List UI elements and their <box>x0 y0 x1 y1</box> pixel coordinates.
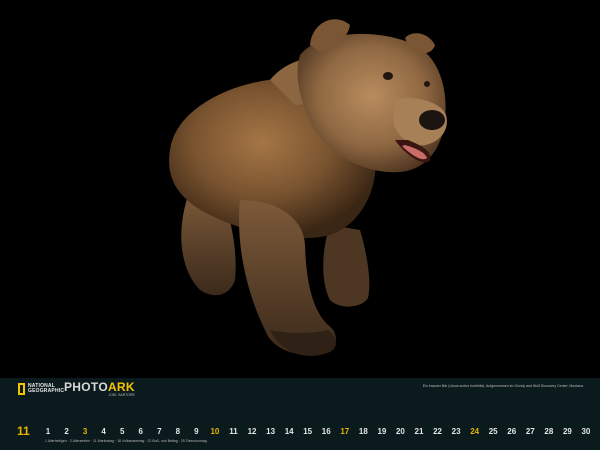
photo-ark-brand: PHOTOARK JOEL SARTORE <box>64 380 135 397</box>
day-5: 5 <box>119 427 125 436</box>
holiday-note: 1 Allerheiligen · 2 Allerseelen · 11 Mar… <box>45 439 207 443</box>
photo-ark-prefix: PHOTO <box>64 380 108 394</box>
day-27: 27 <box>525 427 535 436</box>
day-13: 13 <box>266 427 276 436</box>
day-1: 1 <box>45 427 51 436</box>
day-11: 11 <box>229 427 238 436</box>
bear-photo <box>0 0 600 378</box>
day-19: 19 <box>377 427 387 436</box>
national-geographic-logo: NATIONAL GEOGRAPHIC <box>18 383 64 395</box>
day-23: 23 <box>451 427 461 436</box>
photo-ark-suffix: ARK <box>107 380 135 394</box>
day-3: 3 <box>82 427 88 436</box>
day-22: 22 <box>433 427 442 436</box>
month-number: 11 <box>17 424 30 438</box>
day-6: 6 <box>138 427 143 436</box>
publisher-name: NATIONAL GEOGRAPHIC <box>28 383 65 395</box>
day-18: 18 <box>358 427 368 436</box>
photo-ark-title: PHOTOARK <box>64 380 135 394</box>
day-8: 8 <box>175 427 181 436</box>
day-7: 7 <box>157 427 162 436</box>
day-4: 4 <box>101 427 106 436</box>
day-25: 25 <box>488 427 498 436</box>
day-16: 16 <box>321 427 331 436</box>
day-30: 30 <box>581 427 591 436</box>
day-21: 21 <box>414 427 424 436</box>
day-29: 29 <box>562 427 572 436</box>
day-10: 10 <box>210 427 220 436</box>
day-17: 17 <box>340 427 350 436</box>
day-15: 15 <box>303 427 313 436</box>
day-20: 20 <box>395 427 405 436</box>
day-26: 26 <box>507 427 517 436</box>
day-14: 14 <box>284 427 294 436</box>
day-12: 12 <box>247 427 257 436</box>
day-28: 28 <box>544 427 554 436</box>
day-24: 24 <box>470 427 480 436</box>
bear-illustration <box>169 19 447 356</box>
day-strip: 1 2 3 4 5 6 7 8 9 10 11 12 13 14 15 16 17 18 19 20 21 22 23 24 2… <box>40 427 591 439</box>
yellow-rectangle-logo-icon <box>18 383 25 395</box>
photo-caption: Ein brauner Bär (Ursus arctos horribilis… <box>422 384 584 388</box>
day-9: 9 <box>194 427 199 436</box>
publisher-line-2: GEOGRAPHIC <box>28 388 65 394</box>
day-2: 2 <box>64 427 69 436</box>
